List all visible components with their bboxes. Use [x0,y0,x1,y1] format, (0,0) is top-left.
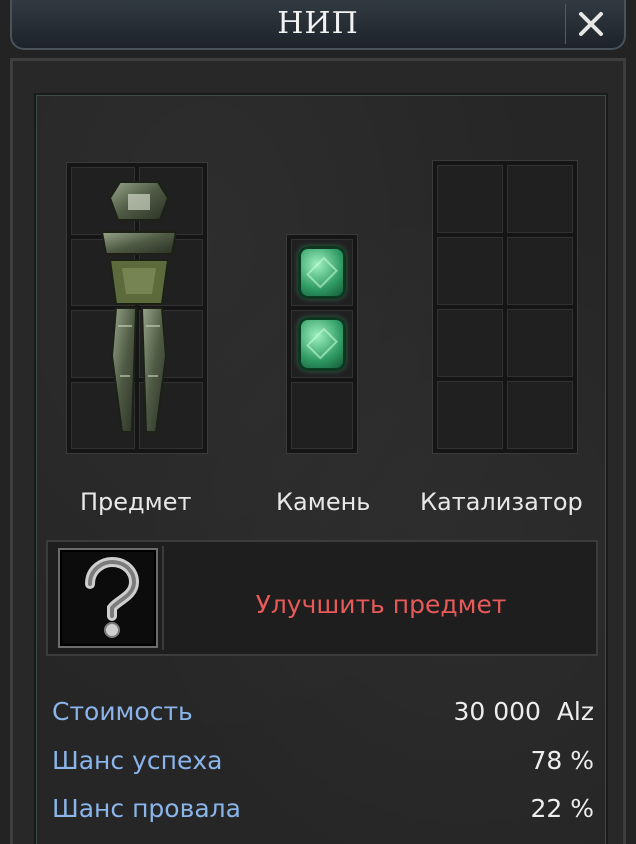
catalyst-slot-grid[interactable] [432,160,578,454]
failure-chance-label: Шанс провала [52,794,241,823]
success-chance-label: Шанс успеха [52,746,223,775]
upgrade-item-button[interactable]: Улучшить предмет [164,590,598,619]
armor-icon[interactable] [98,176,180,440]
catalyst-slot-cell[interactable] [437,165,503,233]
catalyst-slot-label: Катализатор [420,488,583,516]
catalyst-slot-cell[interactable] [437,237,503,305]
upgrade-icon-slot[interactable] [58,548,158,648]
question-mark-icon [85,556,140,638]
emerald-gem-icon[interactable] [298,317,346,371]
catalyst-slot-cell[interactable] [507,237,573,305]
window-title: НИП [277,6,359,41]
stone-slot-grid[interactable] [286,234,358,454]
success-chance-value: 78 % [530,746,594,775]
catalyst-slot-cell[interactable] [437,381,503,449]
stone-slot-cell[interactable] [291,381,353,449]
cost-label: Стоимость [52,697,193,726]
stone-slot-cell[interactable] [291,239,353,307]
item-slot-label: Предмет [80,488,192,516]
catalyst-slot-cell[interactable] [507,165,573,233]
catalyst-slot-cell[interactable] [507,309,573,377]
close-icon [579,12,603,36]
catalyst-slot-cell[interactable] [437,309,503,377]
stone-slot-cell[interactable] [291,310,353,378]
cost-value: 30 000 Alz [453,697,594,726]
emerald-gem-icon[interactable] [298,246,346,300]
failure-chance-value: 22 % [530,794,594,823]
stone-slot-label: Камень [276,488,371,516]
upgrade-window: НИП Предмет Камень Катализатор Улучшить … [0,0,636,844]
close-button[interactable] [565,4,616,44]
title-bar[interactable]: НИП [10,0,626,50]
catalyst-slot-cell[interactable] [507,381,573,449]
